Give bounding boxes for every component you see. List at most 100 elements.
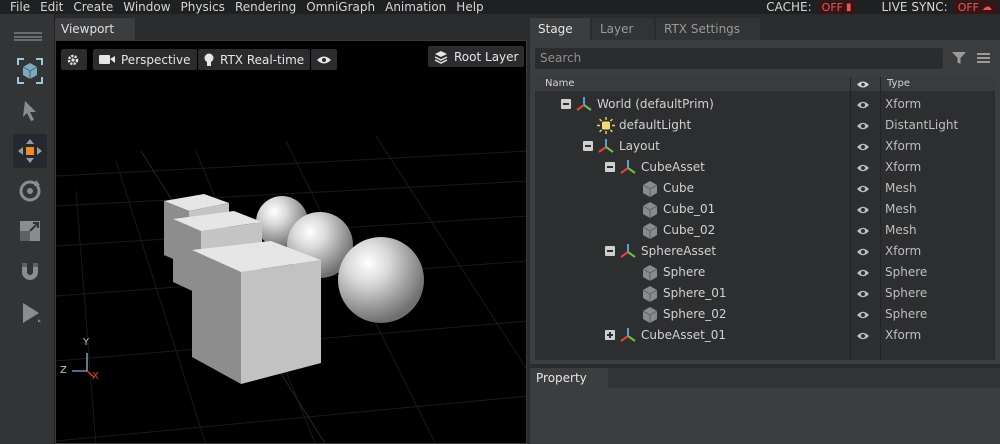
viewport-canvas[interactable]: Y Z X — [55, 40, 527, 444]
visibility-eye-icon[interactable] — [856, 121, 870, 131]
tree-row[interactable]: Cube_02 Mesh — [535, 220, 995, 241]
visibility-button[interactable] — [311, 49, 337, 70]
visibility-eye-icon[interactable] — [856, 310, 870, 320]
row-visibility-toggle[interactable] — [856, 99, 870, 113]
row-visibility-toggle[interactable] — [856, 141, 870, 155]
tree-row-name: SphereAsset — [641, 244, 717, 258]
stage-tabs: Stage Layer RTX Settings — [530, 18, 762, 40]
tree-row-type: Xform — [885, 328, 922, 342]
tree-row[interactable]: Sphere_01 Sphere — [535, 283, 995, 304]
menu-file[interactable]: File — [0, 0, 35, 14]
row-visibility-toggle[interactable] — [856, 330, 870, 344]
tree-row-name: Sphere_02 — [663, 307, 727, 321]
mesh-prim-icon — [641, 222, 659, 242]
select-mode-icon[interactable] — [13, 54, 47, 88]
sphere-02-3d — [338, 237, 424, 323]
filter-icon[interactable] — [952, 52, 966, 64]
tree-row[interactable]: World (defaultPrim) Xform — [535, 94, 995, 115]
visibility-eye-icon[interactable] — [856, 289, 870, 299]
row-visibility-toggle[interactable] — [856, 309, 870, 323]
tab-rtx-settings[interactable]: RTX Settings — [656, 18, 760, 40]
menu-rendering[interactable]: Rendering — [230, 0, 301, 14]
row-visibility-toggle[interactable] — [856, 246, 870, 260]
menu-omnigraph[interactable]: OmniGraph — [301, 0, 380, 14]
row-visibility-toggle[interactable] — [856, 204, 870, 218]
tree-row[interactable]: CubeAsset_01 Xform — [535, 325, 995, 346]
visibility-eye-icon[interactable] — [856, 268, 870, 278]
xform-prim-icon — [597, 138, 615, 158]
row-visibility-toggle[interactable] — [856, 225, 870, 239]
cache-toggle[interactable]: OFF ▮ — [817, 0, 856, 14]
tree-row[interactable]: Sphere_02 Sphere — [535, 304, 995, 325]
mesh-icon — [642, 286, 658, 302]
menu-physics[interactable]: Physics — [176, 0, 230, 14]
axis-y-label: Y — [83, 337, 90, 348]
render-mode-button[interactable]: RTX Real-time — [198, 49, 311, 70]
tree-row[interactable]: Layout Xform — [535, 136, 995, 157]
tree-row-name: CubeAsset — [641, 160, 705, 174]
mesh-icon — [642, 223, 658, 239]
mesh-prim-icon — [641, 306, 659, 326]
tab-property[interactable]: Property — [530, 368, 608, 388]
tree-row[interactable]: Sphere Sphere — [535, 262, 995, 283]
tree-row[interactable]: Cube Mesh — [535, 178, 995, 199]
toolbar-grip-icon[interactable] — [14, 32, 42, 41]
search-input[interactable]: Search — [535, 48, 943, 69]
expand-icon[interactable] — [605, 330, 615, 340]
hamburger-menu-icon[interactable] — [977, 53, 990, 63]
row-visibility-toggle[interactable] — [856, 267, 870, 281]
collapse-icon[interactable] — [605, 162, 615, 172]
tree-row-type: Sphere — [885, 265, 928, 279]
tree-row[interactable]: SphereAsset Xform — [535, 241, 995, 262]
camera-icon — [99, 55, 115, 64]
rotate-icon[interactable] — [13, 174, 47, 208]
viewport-settings-button[interactable] — [61, 49, 87, 70]
visibility-eye-icon[interactable] — [856, 331, 870, 341]
collapse-icon[interactable] — [583, 141, 593, 151]
tree-row[interactable]: CubeAsset Xform — [535, 157, 995, 178]
menu-animation[interactable]: Animation — [380, 0, 451, 14]
row-visibility-toggle[interactable] — [856, 162, 870, 176]
play-icon[interactable] — [13, 296, 47, 330]
move-icon[interactable] — [13, 134, 47, 168]
select-arrow-icon[interactable] — [13, 94, 47, 128]
viewport-tab[interactable]: Viewport — [55, 18, 135, 40]
mesh-prim-icon — [641, 201, 659, 221]
collapse-icon[interactable] — [605, 246, 615, 256]
tab-layer[interactable]: Layer — [592, 18, 654, 40]
snap-magnet-icon[interactable] — [13, 254, 47, 288]
xform-prim-icon — [575, 96, 593, 116]
eye-icon — [317, 56, 331, 63]
live-sync-value: OFF — [957, 0, 979, 14]
mesh-icon — [642, 181, 658, 197]
tab-stage[interactable]: Stage — [530, 18, 590, 40]
menu-help[interactable]: Help — [451, 0, 488, 14]
tree-row-name: CubeAsset_01 — [641, 328, 727, 342]
column-type[interactable]: Type — [887, 78, 910, 89]
visibility-eye-icon[interactable] — [856, 205, 870, 215]
scale-icon[interactable] — [13, 214, 47, 248]
row-visibility-toggle[interactable] — [856, 288, 870, 302]
visibility-eye-icon[interactable] — [856, 100, 870, 110]
menu-window[interactable]: Window — [118, 0, 175, 14]
visibility-eye-icon[interactable] — [856, 142, 870, 152]
visibility-eye-icon[interactable] — [856, 163, 870, 173]
tree-row[interactable]: defaultLight DistantLight — [535, 115, 995, 136]
column-visibility-eye-icon[interactable] — [856, 80, 870, 89]
live-sync-toggle[interactable]: OFF ☁ — [953, 0, 996, 14]
menu-edit[interactable]: Edit — [35, 0, 68, 14]
visibility-eye-icon[interactable] — [856, 184, 870, 194]
axis-z-label: Z — [60, 365, 67, 376]
row-visibility-toggle[interactable] — [856, 183, 870, 197]
camera-button[interactable]: Perspective — [93, 49, 197, 70]
light-icon — [597, 117, 615, 134]
collapse-icon[interactable] — [561, 99, 571, 109]
visibility-eye-icon[interactable] — [856, 226, 870, 236]
menu-create[interactable]: Create — [68, 0, 118, 14]
tree-row[interactable]: Cube_01 Mesh — [535, 199, 995, 220]
root-layer-button[interactable]: Root Layer — [428, 46, 525, 67]
mesh-prim-icon — [641, 180, 659, 200]
row-visibility-toggle[interactable] — [856, 120, 870, 134]
visibility-eye-icon[interactable] — [856, 247, 870, 257]
column-name[interactable]: Name — [545, 78, 575, 89]
